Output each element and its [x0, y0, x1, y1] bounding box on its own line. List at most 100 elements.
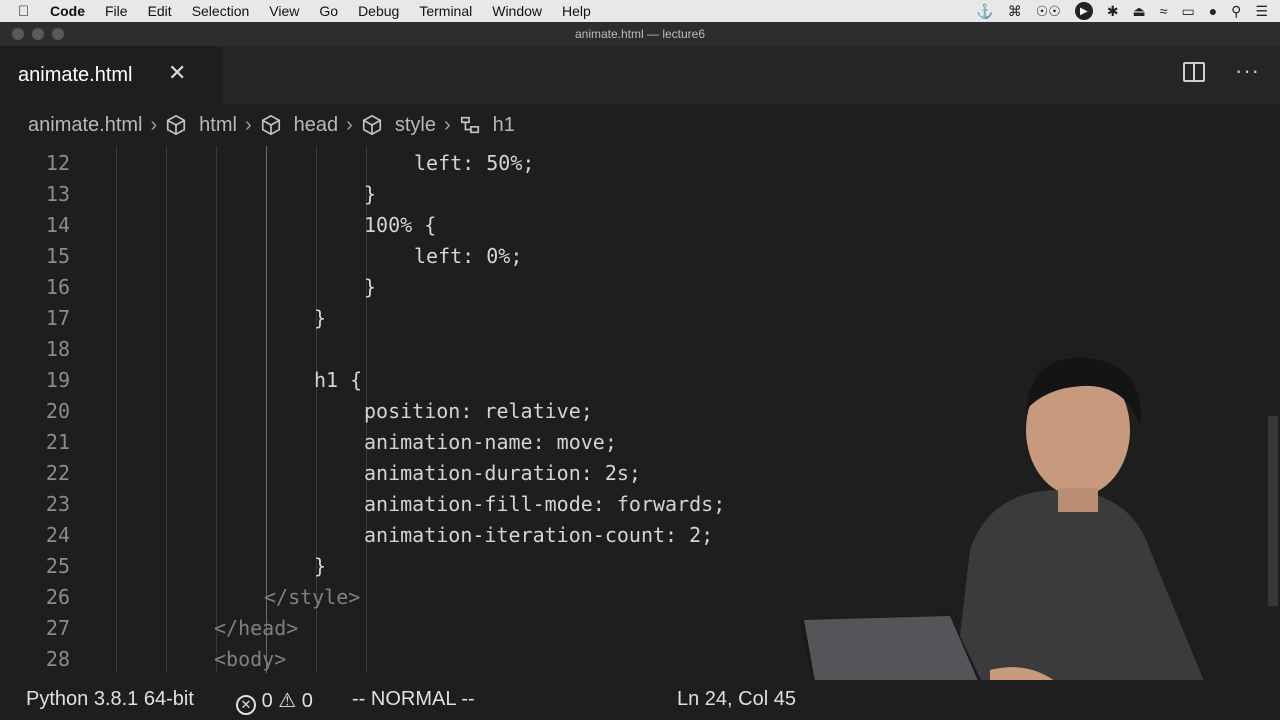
code-text: animation-duration: 2s; — [364, 461, 641, 485]
code-line[interactable]: 28 <body> — [0, 644, 1260, 675]
menu-file[interactable]: File — [105, 3, 128, 19]
tab-animate-html[interactable]: animate.html ✕ — [0, 46, 222, 104]
breadcrumb-style[interactable]: style — [361, 114, 436, 137]
menu-window[interactable]: Window — [492, 3, 542, 19]
chevron-right-icon: › — [443, 113, 451, 136]
selector-icon — [460, 116, 479, 134]
notification-center-icon[interactable]: ☰ — [1255, 3, 1268, 20]
code-line[interactable]: 17} — [0, 303, 1260, 334]
breadcrumb-file[interactable]: animate.html — [28, 114, 143, 137]
more-actions-icon[interactable]: ··· — [1235, 60, 1260, 82]
code-line[interactable]: 18 — [0, 334, 1260, 365]
line-number: 28 — [45, 647, 70, 671]
line-number: 16 — [45, 275, 70, 299]
battery-icon[interactable]: ▭ — [1181, 3, 1194, 20]
code-line[interactable]: 13} — [0, 179, 1260, 210]
line-number: 21 — [45, 430, 70, 454]
code-editor[interactable]: 12 left: 50%; 13} 14 100% {15 left: 0%; 16} 17}… — [0, 146, 1280, 680]
code-text: 100% { — [364, 213, 437, 237]
warning-count: 0 — [301, 690, 313, 712]
chevron-right-icon: › — [346, 113, 353, 136]
problems-indicator[interactable]: ✕ 0 ⚠ 0 — [236, 688, 313, 715]
menu-help[interactable]: Help — [562, 3, 591, 19]
code-line[interactable]: 14 100% { — [0, 210, 1260, 241]
breadcrumb-label: h1 — [492, 113, 515, 136]
line-number: 26 — [45, 585, 70, 609]
code-line[interactable]: 23 animation-fill-mode: forwards; — [0, 489, 1260, 520]
scrollbar-thumb[interactable] — [1268, 416, 1278, 606]
line-number: 19 — [45, 368, 70, 392]
line-number: 27 — [45, 616, 70, 640]
cube-icon — [167, 114, 186, 136]
menu-selection[interactable]: Selection — [192, 3, 250, 19]
code-text: </head> — [214, 616, 299, 640]
code-line[interactable]: 21 animation-name: move; — [0, 427, 1260, 458]
code-line[interactable]: 25} — [0, 551, 1260, 582]
cube-icon — [362, 114, 381, 136]
apple-icon[interactable]:  — [18, 3, 40, 20]
code-line[interactable]: 20 position: relative; — [0, 396, 1260, 427]
window-title-bar: animate.html — lecture6 — [0, 22, 1280, 46]
zoom-window-button[interactable] — [52, 28, 64, 40]
chevron-right-icon: › — [150, 113, 158, 136]
breadcrumb-html[interactable]: html — [165, 114, 237, 137]
vertical-scrollbar[interactable] — [1266, 146, 1280, 680]
menu-go[interactable]: Go — [319, 3, 338, 19]
line-number: 25 — [45, 554, 70, 578]
code-text: position: relative; — [364, 399, 593, 423]
code-line[interactable]: 12 left: 50%; — [0, 148, 1260, 179]
code-line[interactable]: 27 </head> — [0, 613, 1260, 644]
python-interpreter[interactable]: Python 3.8.1 64-bit — [26, 688, 194, 711]
breadcrumb-h1[interactable]: h1 — [459, 114, 515, 137]
code-text: animation-name: move; — [364, 430, 617, 454]
status-tray: ⚓ ⌘ ☉☉ ▶ ✱ ⏏ ≈ ▭ ● ⚲ ☰ — [976, 0, 1268, 22]
vim-mode: -- NORMAL -- — [352, 688, 475, 710]
user-icon[interactable]: ● — [1209, 3, 1217, 19]
close-icon[interactable]: ✕ — [168, 60, 186, 86]
line-number: 23 — [45, 492, 70, 516]
menu-terminal[interactable]: Terminal — [419, 3, 472, 19]
menu-view[interactable]: View — [269, 3, 299, 19]
code-line[interactable]: 16} — [0, 272, 1260, 303]
minimize-window-button[interactable] — [32, 28, 44, 40]
eject-icon[interactable]: ⏏ — [1133, 3, 1146, 20]
command-icon[interactable]: ⌘ — [1008, 3, 1022, 20]
search-icon[interactable]: ⚲ — [1231, 3, 1241, 20]
breadcrumb-label: head — [293, 113, 339, 136]
code-text: <body> — [214, 647, 287, 671]
tab-bar: animate.html ✕ ··· — [0, 46, 1280, 104]
line-number: 15 — [45, 244, 70, 268]
code-text: } — [314, 306, 327, 330]
split-editor-icon[interactable] — [1183, 62, 1206, 82]
menu-edit[interactable]: Edit — [148, 3, 172, 19]
status-bar: Python 3.8.1 64-bit ✕ 0 ⚠ 0 -- NORMAL --… — [0, 680, 1280, 720]
line-number: 22 — [45, 461, 70, 485]
breadcrumb-label: html — [199, 113, 237, 136]
code-line[interactable]: 15 left: 0%; — [0, 241, 1260, 272]
menu-app-name[interactable]: Code — [50, 3, 85, 19]
close-window-button[interactable] — [12, 28, 24, 40]
play-icon[interactable]: ▶ — [1074, 2, 1093, 20]
bluetooth-icon[interactable]: ✱ — [1107, 3, 1119, 20]
code-line[interactable]: 26 </style> — [0, 582, 1260, 613]
line-number: 13 — [45, 182, 70, 206]
error-count: 0 — [261, 690, 273, 712]
code-text: animation-iteration-count: 2; — [364, 523, 714, 547]
breadcrumb-head[interactable]: head — [260, 113, 339, 137]
cursor-position[interactable]: Ln 24, Col 45 — [677, 688, 796, 711]
menu-bar:  Code File Edit Selection View Go Debug… — [0, 0, 1280, 22]
code-line[interactable]: 22 animation-duration: 2s; — [0, 458, 1260, 489]
code-text: left: 0%; — [414, 244, 523, 268]
menu-debug[interactable]: Debug — [358, 3, 399, 19]
code-line[interactable]: 24 animation-iteration-count: 2; — [0, 520, 1260, 551]
breadcrumb-label: style — [394, 113, 436, 136]
code-line[interactable]: 19 h1 { — [0, 365, 1260, 396]
code-text: animation-fill-mode: forwards; — [364, 492, 726, 516]
code-text: } — [364, 275, 377, 299]
breadcrumb: animate.html › html › head › style › h1 — [0, 104, 1280, 146]
wifi-icon[interactable]: ≈ — [1160, 3, 1168, 19]
line-number: 17 — [45, 306, 70, 330]
glasses-icon[interactable]: ☉☉ — [1036, 3, 1061, 20]
docker-icon[interactable]: ⚓ — [976, 3, 993, 20]
code-text: </style> — [264, 585, 361, 609]
